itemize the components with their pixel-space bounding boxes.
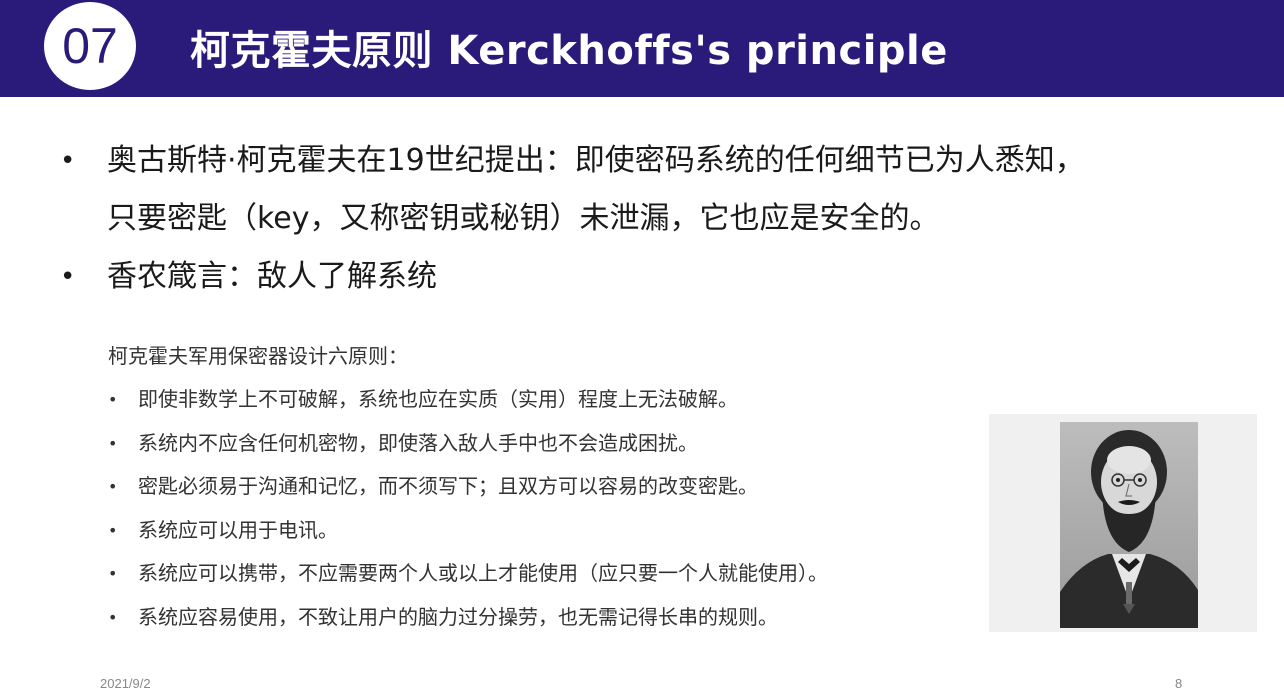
main-bullet-text: 奥古斯特·柯克霍夫在19世纪提出：即使密码系统的任何细节已为人悉知， xyxy=(107,143,1085,178)
main-bullet-item: • 奥古斯特·柯克霍夫在19世纪提出：即使密码系统的任何细节已为人悉知， xyxy=(60,132,1240,190)
main-bullet-text: 只要密匙（key，又称密钥或秘钥）未泄漏，它也应是安全的。 xyxy=(107,201,940,236)
slide-title: 柯克霍夫原则 Kerckhoffs's principle xyxy=(190,28,948,74)
principles-heading: 柯克霍夫军用保密器设计六原则： xyxy=(108,344,408,368)
bullet-dot-icon: • xyxy=(60,146,76,176)
principle-item: • 系统应可以携带，不应需要两个人或以上才能使用（应只要一个人就能使用）。 xyxy=(108,552,988,596)
bullet-dot-icon: • xyxy=(108,390,118,409)
principle-item: • 系统内不应含任何机密物，即使落入敌人手中也不会造成困扰。 xyxy=(108,422,988,466)
page-number: 8 xyxy=(1175,676,1183,691)
principle-item: • 系统应容易使用，不致让用户的脑力过分操劳，也无需记得长串的规则。 xyxy=(108,596,988,640)
principle-item: • 密匙必须易于沟通和记忆，而不须写下；且双方可以容易的改变密匙。 xyxy=(108,465,988,509)
main-bullet-item: • 香农箴言：敌人了解系统 xyxy=(60,248,1240,306)
main-bullet-text: 香农箴言：敌人了解系统 xyxy=(107,259,437,294)
principle-text: 系统内不应含任何机密物，即使落入敌人手中也不会造成困扰。 xyxy=(138,430,698,455)
principles-list: • 即使非数学上不可破解，系统也应在实质（实用）程度上无法破解。 • 系统内不应… xyxy=(108,378,988,639)
principle-text: 即使非数学上不可破解，系统也应在实质（实用）程度上无法破解。 xyxy=(138,387,738,411)
kerckhoffs-portrait-image xyxy=(1060,422,1198,628)
principle-text: 密匙必须易于沟通和记忆，而不须写下；且双方可以容易的改变密匙。 xyxy=(138,474,758,498)
bullet-dot-icon: • xyxy=(60,262,76,292)
section-number-badge: 07 xyxy=(44,2,136,90)
bullet-dot-icon: • xyxy=(108,607,118,627)
principle-item: • 系统应可以用于电讯。 xyxy=(108,509,988,553)
principle-text: 系统应可以用于电讯。 xyxy=(138,517,338,542)
bullet-dot-icon: • xyxy=(108,433,118,453)
principle-item: • 即使非数学上不可破解，系统也应在实质（实用）程度上无法破解。 xyxy=(108,378,988,422)
bullet-dot-icon: • xyxy=(108,477,118,496)
slide-header: 07 柯克霍夫原则 Kerckhoffs's principle xyxy=(0,0,1284,97)
principle-text: 系统应可以携带，不应需要两个人或以上才能使用（应只要一个人就能使用）。 xyxy=(138,561,828,585)
footer-date: 2021/9/2 xyxy=(100,676,151,691)
bullet-dot-icon: • xyxy=(108,564,118,583)
principle-text: 系统应容易使用，不致让用户的脑力过分操劳，也无需记得长串的规则。 xyxy=(138,604,778,629)
bullet-dot-icon: • xyxy=(108,520,118,540)
main-bullet-continuation: 只要密匙（key，又称密钥或秘钥）未泄漏，它也应是安全的。 xyxy=(60,190,1240,248)
main-bullet-list: • 奥古斯特·柯克霍夫在19世纪提出：即使密码系统的任何细节已为人悉知， 只要密… xyxy=(60,132,1240,306)
